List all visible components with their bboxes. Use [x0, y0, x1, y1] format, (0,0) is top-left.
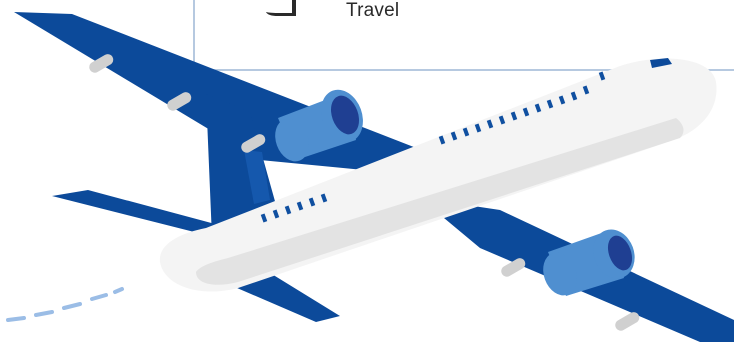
airplane-icon: [6, 12, 734, 342]
travel-hero: Travel: [0, 0, 734, 342]
flight-path-dashes: [6, 287, 124, 322]
